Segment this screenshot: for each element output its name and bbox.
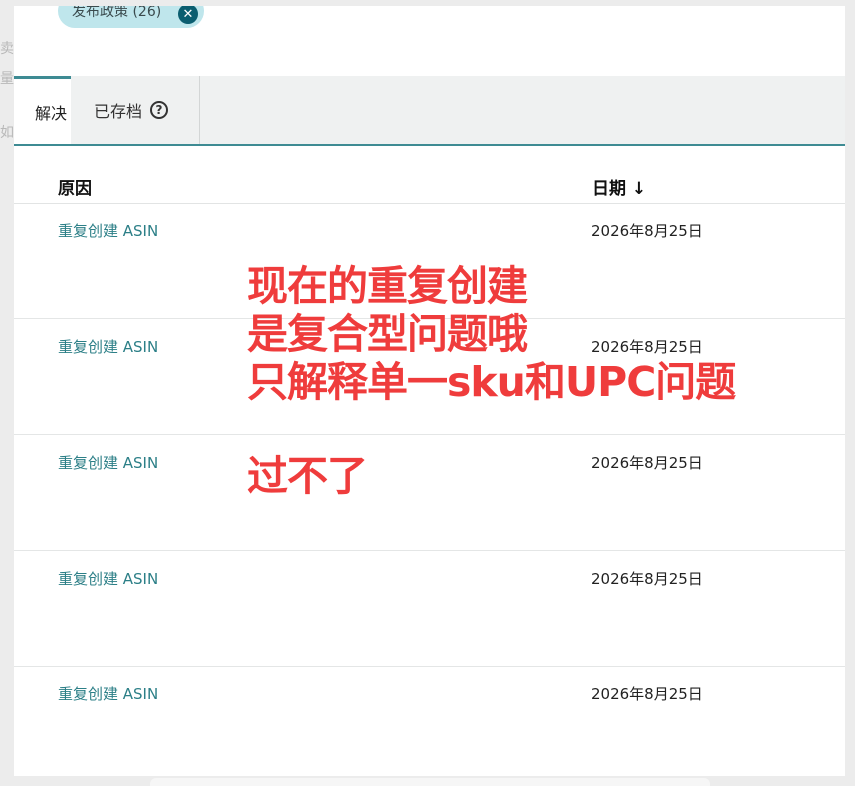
tab-archived[interactable]: 已存档 ? bbox=[72, 76, 200, 144]
row-divider bbox=[14, 666, 845, 667]
bottom-bar-fragment bbox=[150, 778, 710, 786]
tab-bar: 解决 已存档 ? bbox=[14, 76, 845, 146]
table-row-date: 2026年8月25日 bbox=[591, 570, 703, 588]
question-circle-icon[interactable]: ? bbox=[150, 101, 169, 119]
tab-unresolved-label: 解决 bbox=[34, 103, 67, 123]
row-divider bbox=[14, 550, 845, 551]
table-row-reason-link[interactable]: 重复创建 ASIN bbox=[58, 336, 158, 357]
tab-unresolved[interactable]: 解决 bbox=[14, 76, 71, 144]
table-row-date: 2026年8月25日 bbox=[591, 454, 703, 472]
table-row-reason-link[interactable]: 重复创建 ASIN bbox=[58, 568, 158, 589]
edge-fragment: 如 bbox=[0, 125, 14, 141]
table-row-reason-link[interactable]: 重复创建 ASIN bbox=[58, 220, 158, 241]
column-header-reason[interactable]: 原因 bbox=[58, 174, 92, 199]
content-panel: 发布政策 (26) ✕ 解决 已存档 ? 原因 日期 ↓ 重复创建 ASIN 2… bbox=[14, 6, 845, 776]
edge-fragment: 量 bbox=[0, 71, 14, 87]
header-divider bbox=[14, 203, 845, 204]
column-header-date[interactable]: 日期 ↓ bbox=[592, 174, 646, 199]
close-circle-icon[interactable]: ✕ bbox=[178, 6, 198, 24]
filter-chip[interactable]: 发布政策 (26) ✕ bbox=[58, 6, 204, 28]
annotation-line-2: 是复合型问题哦 bbox=[247, 310, 528, 358]
table-row-reason-link[interactable]: 重复创建 ASIN bbox=[58, 683, 158, 704]
tab-archived-label: 已存档 bbox=[94, 102, 143, 121]
annotation-line-3: 只解释单一sku和UPC问题 bbox=[247, 358, 736, 406]
row-divider bbox=[14, 434, 845, 435]
table-row-reason-link[interactable]: 重复创建 ASIN bbox=[58, 452, 158, 473]
annotation-line-1: 现在的重复创建 bbox=[247, 262, 528, 310]
table-row-date: 2026年8月25日 bbox=[591, 222, 703, 240]
annotation-line-4: 过不了 bbox=[247, 452, 368, 500]
table-row-date: 2026年8月25日 bbox=[591, 338, 703, 356]
filter-chip-label: 发布政策 (26) bbox=[72, 6, 162, 20]
edge-fragment: 卖 bbox=[0, 41, 14, 57]
table-row-date: 2026年8月25日 bbox=[591, 685, 703, 703]
